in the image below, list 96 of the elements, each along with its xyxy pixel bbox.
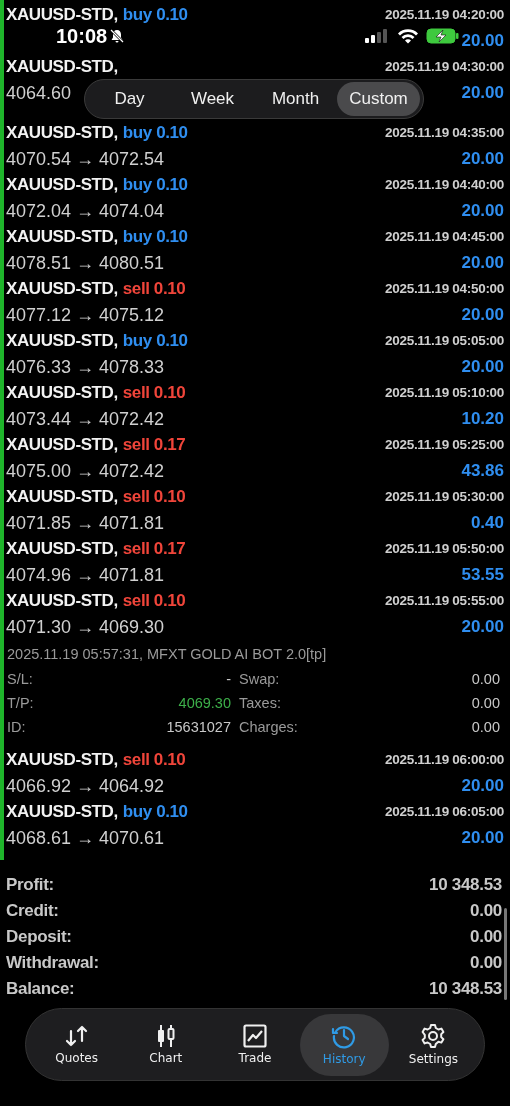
deal-title: XAUUSD-STD, buy 0.10 [6, 122, 188, 144]
deal-prices: 4072.04 → 4074.04 [6, 200, 165, 222]
field-value: - [226, 671, 231, 687]
tab-bar-item[interactable]: Chart [121, 1013, 211, 1076]
wifi-icon [397, 28, 419, 44]
deal-time: 2025.11.19 05:50:00 [385, 540, 504, 558]
deal-prices: 4077.12 → 4075.12 [6, 304, 165, 326]
field-label: S/L: [7, 671, 33, 687]
field-value: 4069.30 [178, 695, 231, 711]
field-label: Swap: [239, 671, 280, 687]
deal-profit: 20.00 [461, 253, 504, 273]
field-value: 0.00 [471, 695, 500, 711]
deal-profit: 20.00 [461, 31, 504, 51]
deal-prices: 4068.61 → 4070.61 [6, 827, 165, 849]
deal-prices: 4075.00 → 4072.42 [6, 460, 165, 482]
summary-value: 0.00 [470, 901, 502, 921]
period-tab[interactable]: Week [171, 82, 254, 116]
deal-title: XAUUSD-STD, sell 0.17 [6, 538, 186, 560]
field-value: 0.00 [471, 671, 500, 687]
deal-prices: 4066.92 → 4064.92 [6, 775, 165, 797]
up-down-arrows-icon [63, 1024, 90, 1048]
deal-prices: 4074.96 → 4071.81 [6, 564, 165, 586]
deal-time: 2025.11.19 05:10:00 [385, 384, 504, 402]
deal-prices: 4073.44 → 4072.42 [6, 408, 165, 430]
deal-time: 2025.11.19 05:05:00 [385, 332, 504, 350]
deal-time: 2025.11.19 04:50:00 [385, 280, 504, 298]
field-label: Taxes: [239, 695, 281, 711]
status-time: 10:08 [56, 25, 108, 47]
deal-time: 2025.11.19 05:55:00 [385, 592, 504, 610]
deal-title: XAUUSD-STD, sell 0.10 [6, 382, 186, 404]
deal-title: XAUUSD-STD, sell 0.10 [6, 278, 186, 300]
deal-prices: 4070.54 → 4072.54 [6, 148, 165, 170]
summary-label: Deposit: [6, 927, 72, 947]
deal-time: 2025.11.19 05:25:00 [385, 436, 504, 454]
deal-comment: 2025.11.19 05:57:31, MFXT GOLD AI BOT 2.0[tp] [7, 646, 328, 662]
line-chart-icon [243, 1024, 267, 1048]
signal-icon [364, 28, 390, 44]
deal-profit: 20.00 [461, 357, 504, 377]
field-label: ID: [7, 719, 26, 735]
deal-prices: 4078.51 → 4080.51 [6, 252, 165, 274]
summary-label: Credit: [6, 901, 59, 921]
deal-profit: 20.00 [461, 828, 504, 848]
deal-title: XAUUSD-STD, buy 0.10 [6, 4, 188, 26]
field-label: T/P: [7, 695, 34, 711]
deal-title: XAUUSD-STD, buy 0.10 [6, 801, 188, 823]
deal-prices: 4071.30 → 4069.30 [6, 616, 165, 638]
deal-title: XAUUSD-STD, buy 0.10 [6, 226, 188, 248]
field-value: 15631027 [166, 719, 231, 735]
deal-time: 2025.11.19 06:00:00 [385, 751, 504, 769]
summary-label: Balance: [6, 979, 75, 999]
deal-time: 2025.11.19 04:30:00 [385, 58, 504, 76]
field-value: 0.00 [471, 719, 500, 735]
deal-time: 2025.11.19 04:40:00 [385, 176, 504, 194]
deal-profit: 20.00 [461, 83, 504, 103]
deal-title: XAUUSD-STD, buy 0.10 [6, 330, 188, 352]
deal-profit: 20.00 [461, 149, 504, 169]
tab-bar-item[interactable]: History [299, 1013, 389, 1076]
deal-profit: 43.86 [461, 461, 504, 481]
deal-title: XAUUSD-STD, [6, 56, 118, 78]
deal-title: XAUUSD-STD, sell 0.10 [6, 749, 186, 771]
deal-time: 2025.11.19 04:45:00 [385, 228, 504, 246]
deal-title: XAUUSD-STD, sell 0.10 [6, 590, 186, 612]
history-icon [331, 1023, 358, 1049]
deal-profit: 10.20 [461, 409, 504, 429]
deal-title: XAUUSD-STD, buy 0.10 [6, 174, 188, 196]
period-tab[interactable]: Day [88, 82, 171, 116]
deal-title: XAUUSD-STD, sell 0.10 [6, 486, 186, 508]
deal-profit: 20.00 [461, 305, 504, 325]
field-label: Charges: [239, 719, 298, 735]
tab-bar-item[interactable]: Settings [388, 1013, 478, 1076]
tab-bar-item[interactable]: Quotes [32, 1013, 122, 1076]
battery-charging-icon [426, 28, 460, 44]
summary-label: Withdrawal: [6, 953, 99, 973]
deal-time: 2025.11.19 05:30:00 [385, 488, 504, 506]
deal-profit: 20.00 [461, 201, 504, 221]
summary-value: 10 348.53 [429, 979, 502, 999]
summary-value: 10 348.53 [429, 875, 502, 895]
settings-icon [420, 1023, 447, 1049]
deal-time: 2025.11.19 04:35:00 [385, 124, 504, 142]
deal-title: XAUUSD-STD, sell 0.17 [6, 434, 186, 456]
summary-label: Profit: [6, 875, 54, 895]
bell-slash-icon [109, 28, 126, 44]
period-tab[interactable]: Month [254, 82, 337, 116]
deal-profit: 0.40 [470, 513, 504, 533]
deal-time: 2025.11.19 06:05:00 [385, 803, 504, 821]
deal-profit: 20.00 [461, 617, 504, 637]
period-tab[interactable]: Custom [337, 82, 420, 116]
deal-profit: 20.00 [461, 776, 504, 796]
tab-bar-item[interactable]: Trade [210, 1013, 300, 1076]
deal-profit: 53.55 [461, 565, 504, 585]
summary-value: 0.00 [470, 927, 502, 947]
deal-time: 2025.11.19 04:20:00 [385, 6, 504, 24]
summary-value: 0.00 [470, 953, 502, 973]
deal-prices: 4071.85 → 4071.81 [6, 512, 165, 534]
deal-prices: 4076.33 → 4078.33 [6, 356, 165, 378]
deal-prices: 4064.60 [6, 82, 72, 104]
